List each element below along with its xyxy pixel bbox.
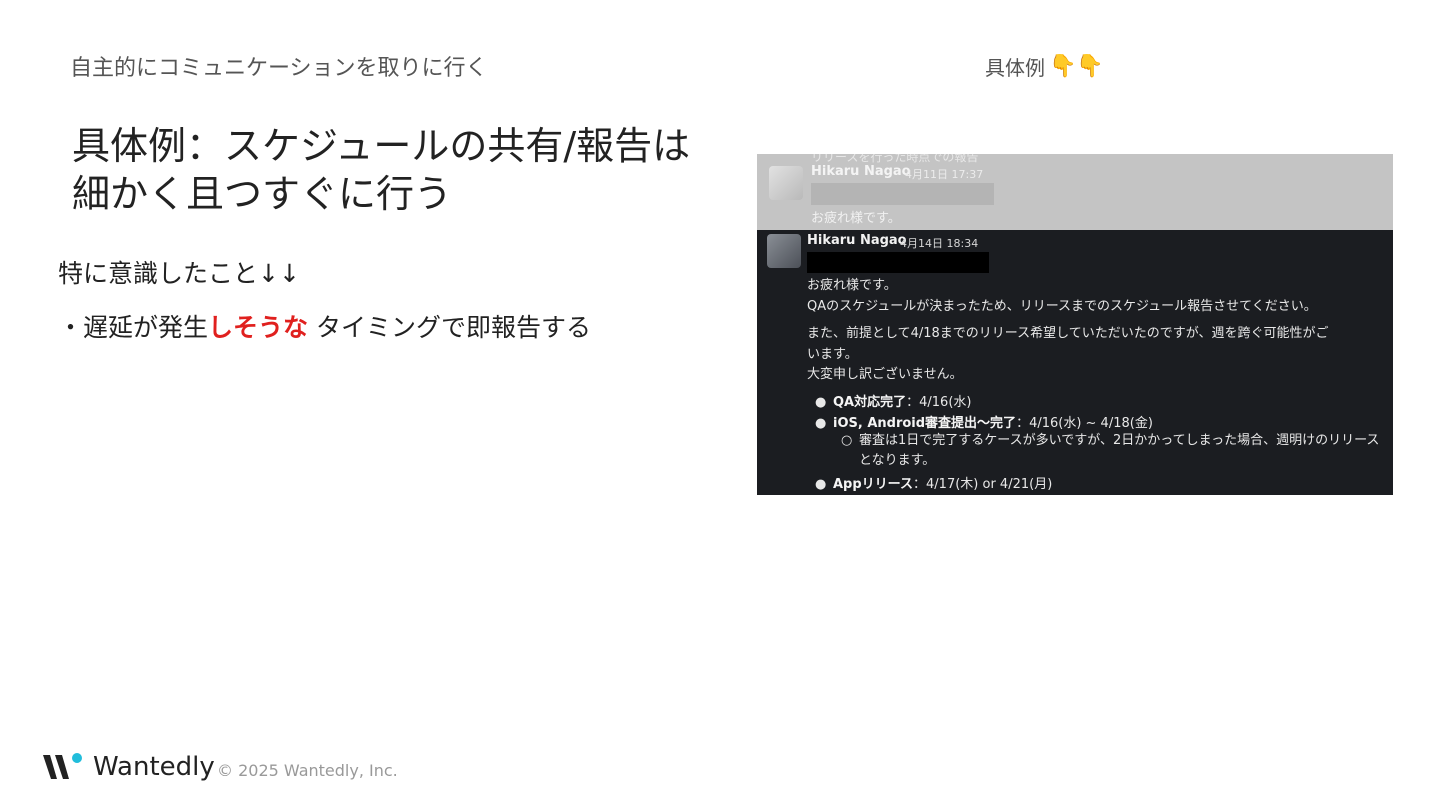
section-label: 自主的にコミュニケーションを取りに行く	[70, 56, 488, 81]
copyright: © 2025 Wantedly, Inc.	[217, 761, 398, 780]
message-line: います。	[807, 347, 858, 362]
sub-list-item-text: 審査は1日で完了するケースが多いですが、2日かかってしまった場合、週明けのリリー…	[859, 433, 1380, 468]
list-item: ● Appリリース：4/17(木) or 4/21(月)	[815, 477, 1053, 492]
message-line: QAのスケジュールが決まったため、リリースまでのスケジュール報告させてください。	[807, 299, 1317, 314]
bullet-highlight: しそうな	[208, 313, 309, 342]
message-author: Hikaru Nagao	[811, 164, 911, 179]
bullet-prefix: ・遅延が発生	[58, 313, 209, 342]
pointing-down-icon: 👇👇	[1049, 54, 1104, 79]
message-line: 大変申し訳ございません。	[807, 367, 963, 382]
list-item-label: QA対応完了	[833, 395, 907, 410]
chat-screenshot: リリースを行った時点での報告 Hikaru Nagao 4月11日 17:37 …	[757, 154, 1393, 495]
list-item-label: Appリリース	[833, 477, 914, 492]
bullet-suffix: タイミングで即報告する	[308, 313, 591, 342]
footer: Wantedly	[43, 752, 215, 782]
example-label: 具体例 👇👇	[985, 52, 1104, 81]
message-greeting: お疲れ様です。	[811, 211, 901, 226]
subheading: 特に意識したこと↓↓	[58, 259, 300, 288]
title-line-2: 細かく且つすぐに行う	[72, 172, 453, 216]
list-item-label: iOS, Android審査提出〜完了	[833, 416, 1017, 431]
redacted-block	[807, 252, 989, 273]
example-label-text: 具体例	[985, 56, 1045, 80]
redacted-block	[811, 183, 994, 205]
wantedly-logo-icon	[43, 753, 82, 779]
bullet-point: ・遅延が発生しそうな タイミングで即報告する	[58, 308, 591, 344]
sub-list-item: ○ 審査は1日で完了するケースが多いですが、2日かかってしまった場合、週明けのリリ…	[841, 431, 1381, 471]
avatar	[767, 234, 801, 268]
list-item-value: ：4/17(木) or 4/21(月)	[913, 477, 1053, 492]
message-timestamp: 4月11日 17:37	[905, 168, 984, 181]
slide-title: 具体例：スケジュールの共有/報告は 細かく且つすぐに行う	[72, 122, 732, 218]
title-line-1: 具体例：スケジュールの共有/報告は	[72, 124, 691, 168]
wantedly-logo-text: Wantedly	[93, 752, 215, 782]
message-timestamp: 4月14日 18:34	[900, 237, 979, 250]
list-item-value: ：4/16(水)	[906, 395, 972, 410]
avatar	[769, 166, 803, 200]
message-author: Hikaru Nagao	[807, 233, 907, 248]
list-item: ● iOS, Android審査提出〜完了：4/16(水) ~ 4/18(金)	[815, 416, 1153, 431]
list-item: ● QA対応完了：4/16(水)	[815, 395, 972, 410]
message-line: お疲れ様です。	[807, 278, 897, 293]
message-line: また、前提として4/18までのリリース希望していただいたのですが、週を跨ぐ可能性…	[807, 326, 1329, 341]
faded-message: リリースを行った時点での報告 Hikaru Nagao 4月11日 17:37 …	[757, 154, 1393, 230]
list-item-value: ：4/16(水) ~ 4/18(金)	[1016, 416, 1153, 431]
